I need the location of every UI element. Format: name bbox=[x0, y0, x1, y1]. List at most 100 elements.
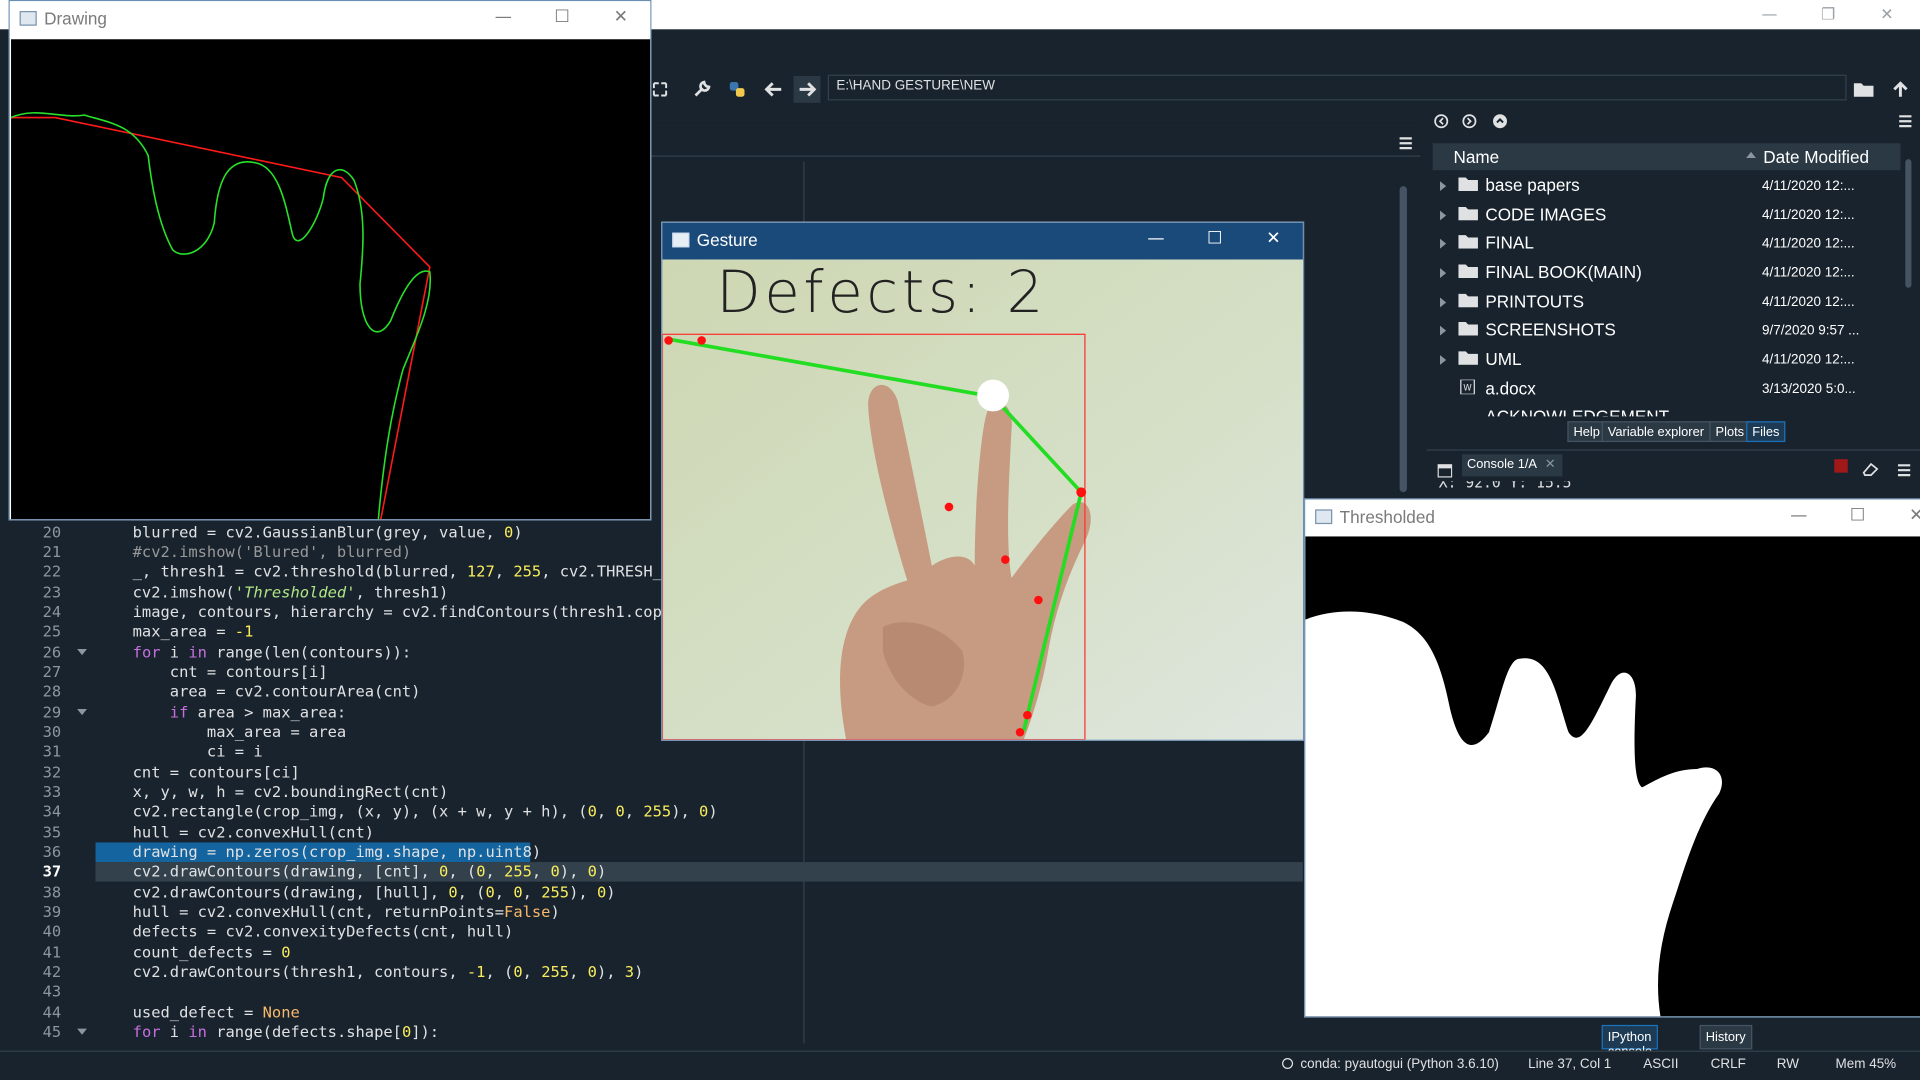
desktop: — ❐ ✕ E:\HAND GESTURE\NEW 20 21 22 23 24… bbox=[0, 0, 1920, 1080]
code-line: cv2.rectangle(crop_img, (x, y), (x + w, … bbox=[95, 802, 718, 821]
fold-arrow-icon[interactable] bbox=[77, 648, 87, 656]
code-line: defects = cv2.convexityDefects(cnt, hull… bbox=[95, 922, 514, 941]
tab-files[interactable]: Files bbox=[1746, 421, 1786, 443]
file-row[interactable]: ACKNOWLEDGEMENT... bbox=[1433, 404, 1901, 417]
file-row[interactable]: UML 4/11/2020 12:... bbox=[1433, 347, 1901, 376]
files-scrollbar[interactable] bbox=[1904, 155, 1913, 413]
line-number: 39 bbox=[42, 902, 62, 921]
camera-feed: Defects: 2 bbox=[662, 259, 1303, 740]
window-icon bbox=[1315, 509, 1333, 525]
tab-variable-explorer[interactable]: Variable explorer bbox=[1601, 421, 1711, 443]
gesture-window[interactable]: Gesture — ☐ ✕ Defects: 2 bbox=[661, 221, 1305, 741]
file-row[interactable]: SCREENSHOTS 9/7/2020 9:57 ... bbox=[1433, 317, 1901, 346]
line-number: 44 bbox=[42, 1002, 62, 1022]
maximize-button[interactable]: ☐ bbox=[1202, 229, 1226, 249]
back-arrow-icon[interactable] bbox=[760, 76, 787, 103]
expand-arrow-icon[interactable] bbox=[1440, 325, 1447, 336]
window-title: Drawing bbox=[44, 8, 107, 29]
maximize-button[interactable]: ☐ bbox=[1845, 506, 1869, 526]
close-button[interactable]: ✕ bbox=[1904, 506, 1920, 526]
window-icon bbox=[19, 11, 37, 26]
minimize-button[interactable]: — bbox=[491, 7, 515, 27]
word-document-icon: W bbox=[1460, 379, 1475, 395]
gesture-window-titlebar[interactable]: Gesture — ☐ ✕ bbox=[662, 222, 1303, 260]
minimize-button[interactable]: — bbox=[1741, 0, 1797, 29]
files-options-icon[interactable] bbox=[1898, 110, 1913, 133]
file-name: FINAL BOOK(MAIN) bbox=[1485, 262, 1642, 282]
tab-history[interactable]: History bbox=[1699, 1024, 1752, 1050]
console-tab-label: Console 1/A bbox=[1466, 456, 1537, 472]
open-folder-icon[interactable] bbox=[1850, 76, 1877, 103]
file-name: PRINTOUTS bbox=[1485, 291, 1585, 312]
file-row[interactable]: Wa.docx 3/13/2020 5:0... bbox=[1433, 376, 1901, 405]
forward-arrow-icon[interactable] bbox=[793, 75, 821, 103]
file-row[interactable]: CODE IMAGES 4/11/2020 12:... bbox=[1433, 202, 1901, 231]
eraser-icon[interactable] bbox=[1862, 458, 1879, 481]
python-path-icon[interactable] bbox=[724, 76, 751, 103]
expand-arrow-icon[interactable] bbox=[1440, 210, 1447, 221]
console-browse-icon[interactable] bbox=[1437, 459, 1453, 482]
restore-button[interactable]: ❐ bbox=[1800, 0, 1856, 29]
expand-arrow-icon[interactable] bbox=[1440, 181, 1447, 192]
maximize-button[interactable]: ☐ bbox=[550, 7, 574, 27]
tab-help[interactable]: Help bbox=[1567, 421, 1607, 443]
console-options-icon[interactable] bbox=[1897, 459, 1912, 482]
hand-overlay bbox=[662, 259, 1303, 740]
pane-tabbar: Help Variable explorer Plots Files bbox=[1567, 421, 1786, 443]
code-line: hull = cv2.convexHull(cnt, returnPoints=… bbox=[95, 902, 560, 921]
expand-arrow-icon[interactable] bbox=[1440, 355, 1447, 365]
scrollbar-thumb[interactable] bbox=[1399, 186, 1407, 493]
line-number: 33 bbox=[42, 782, 62, 801]
file-date: 4/11/2020 12:... bbox=[1762, 178, 1855, 194]
minimize-button[interactable]: — bbox=[1787, 506, 1811, 526]
stop-icon[interactable] bbox=[1834, 459, 1848, 473]
expand-arrow-icon[interactable] bbox=[1440, 238, 1447, 249]
scrollbar-thumb[interactable] bbox=[1905, 159, 1912, 288]
threshold-canvas bbox=[1305, 536, 1920, 1017]
editor-options-icon[interactable] bbox=[1398, 132, 1413, 155]
editor-tabbar bbox=[648, 127, 1421, 157]
file-row[interactable]: FINAL BOOK(MAIN) 4/11/2020 12:... bbox=[1433, 260, 1901, 289]
file-name: SCREENSHOTS bbox=[1485, 319, 1616, 340]
line-number: 45 bbox=[42, 1022, 62, 1041]
tab-ipython-console[interactable]: IPython console bbox=[1601, 1024, 1659, 1059]
back-circle-icon[interactable] bbox=[1434, 110, 1449, 133]
fold-arrow-icon[interactable] bbox=[77, 708, 87, 716]
working-directory-input[interactable]: E:\HAND GESTURE\NEW bbox=[827, 74, 1847, 101]
close-button[interactable]: ✕ bbox=[1261, 229, 1285, 249]
close-tab-icon[interactable]: ✕ bbox=[1545, 457, 1556, 472]
wrench-icon[interactable] bbox=[688, 76, 715, 103]
close-button[interactable]: ✕ bbox=[609, 7, 633, 27]
folder-icon bbox=[1458, 264, 1478, 278]
file-row[interactable]: FINAL 4/11/2020 12:... bbox=[1433, 230, 1901, 259]
file-row[interactable]: base papers 4/11/2020 12:... bbox=[1433, 173, 1901, 202]
forward-circle-icon[interactable] bbox=[1462, 110, 1477, 133]
line-number: 26 bbox=[42, 642, 62, 662]
minimize-button[interactable]: — bbox=[1144, 229, 1168, 249]
expand-arrow-icon[interactable] bbox=[1440, 268, 1447, 278]
parent-dir-icon[interactable] bbox=[1887, 76, 1914, 103]
code-line-current: cv2.drawContours(drawing, [cnt], 0, (0, … bbox=[95, 862, 607, 881]
console-output[interactable]: X: 92.0 Y: 15.5 bbox=[1439, 481, 1904, 496]
folder-icon bbox=[1458, 235, 1478, 249]
console-tab[interactable]: Console 1/A ✕ bbox=[1462, 454, 1563, 477]
code-line: used_defect = None bbox=[95, 1002, 300, 1022]
line-number: 28 bbox=[42, 682, 62, 701]
close-button[interactable]: ✕ bbox=[1859, 0, 1915, 29]
line-number: 38 bbox=[42, 882, 62, 902]
line-number: 23 bbox=[42, 582, 62, 602]
column-name[interactable]: Name bbox=[1453, 147, 1499, 167]
drawing-window-titlebar[interactable]: Drawing — ☐ ✕ bbox=[9, 1, 651, 38]
thresholded-window-titlebar[interactable]: Thresholded — ☐ ✕ bbox=[1305, 499, 1920, 537]
folder-icon bbox=[1458, 351, 1478, 365]
drawing-window[interactable]: Drawing — ☐ ✕ bbox=[8, 0, 652, 521]
fold-arrow-icon[interactable] bbox=[77, 1028, 87, 1035]
tab-plots[interactable]: Plots bbox=[1709, 421, 1751, 443]
up-circle-icon[interactable] bbox=[1493, 110, 1508, 133]
column-date-modified[interactable]: Date Modified bbox=[1763, 147, 1869, 167]
file-row[interactable]: PRINTOUTS 4/11/2020 12:... bbox=[1433, 289, 1901, 318]
line-number: 32 bbox=[42, 762, 62, 782]
expand-arrow-icon[interactable] bbox=[1440, 297, 1447, 308]
thresholded-window[interactable]: Thresholded — ☐ ✕ bbox=[1304, 498, 1920, 1018]
conda-env-status[interactable]: conda: pyautogui (Python 3.6.10) bbox=[1282, 1057, 1499, 1071]
